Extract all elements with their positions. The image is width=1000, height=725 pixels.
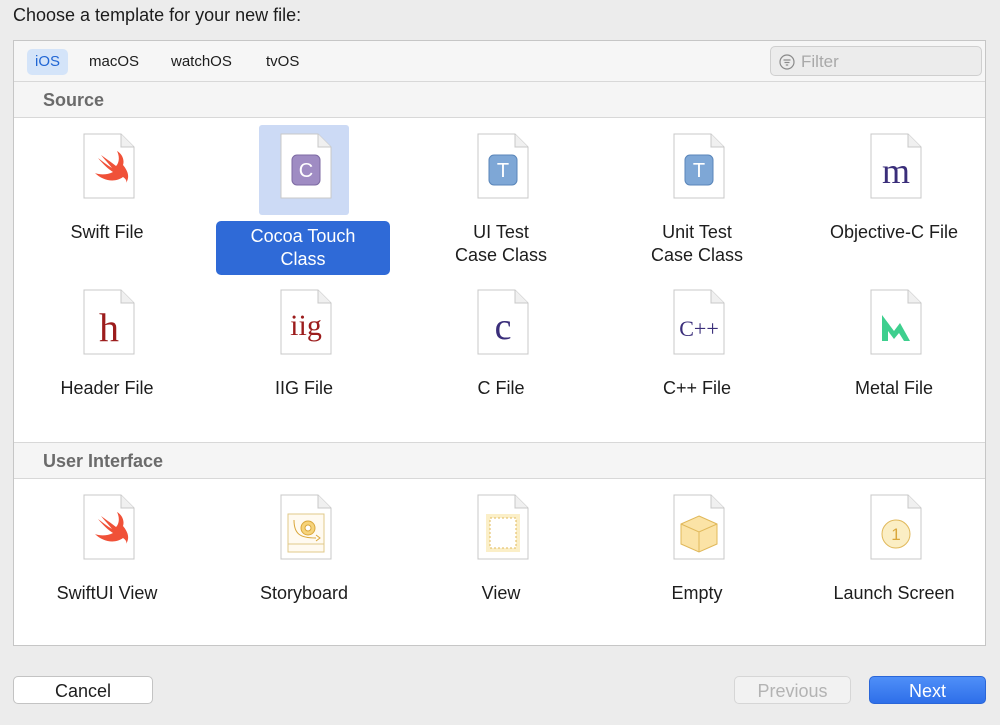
- template-icon-box: [849, 281, 939, 371]
- header-h-icon: h: [83, 289, 135, 355]
- template-icon-box: iig: [259, 281, 349, 371]
- template-label: View: [481, 583, 521, 603]
- template-empty[interactable]: Empty: [607, 486, 787, 636]
- objc-m-icon: m: [870, 133, 922, 199]
- template-label: Launch Screen: [833, 583, 955, 603]
- icon-glyph: c: [495, 306, 512, 348]
- metal-icon: [870, 289, 922, 355]
- template-icon-box: C++: [652, 281, 742, 371]
- template-label: Header File: [60, 378, 154, 398]
- template-icon-box: m: [849, 125, 939, 215]
- template-iig-file[interactable]: iig IIG File: [214, 281, 394, 431]
- c-file-icon: c: [477, 289, 529, 355]
- icon-glyph: C++: [679, 316, 719, 341]
- template-icon-box: C: [259, 125, 349, 215]
- template-label: SwiftUI View: [56, 583, 158, 603]
- test-case-icon: T: [673, 133, 725, 199]
- template-c-file[interactable]: c C File: [411, 281, 591, 431]
- template-icon-box: [62, 486, 152, 576]
- launch-screen-icon: 1: [870, 494, 922, 560]
- empty-cube-icon: [673, 494, 725, 560]
- platform-tab-bar: iOS macOS watchOS tvOS: [14, 41, 985, 82]
- template-label: Storyboard: [259, 583, 349, 603]
- template-icon-box: T: [652, 125, 742, 215]
- icon-glyph: C: [299, 160, 313, 182]
- template-label: Empty: [671, 583, 723, 603]
- view-icon: [477, 494, 529, 560]
- tab-ios[interactable]: iOS: [27, 49, 69, 75]
- template-label: Unit Test Case Class: [650, 222, 744, 265]
- template-icon-box: 1: [849, 486, 939, 576]
- template-label: Objective-C File: [829, 222, 959, 242]
- swift-icon: [83, 133, 135, 199]
- filter-input[interactable]: [799, 50, 978, 74]
- template-objective-c-file[interactable]: m Objective-C File: [804, 125, 984, 275]
- storyboard-icon: [280, 494, 332, 560]
- icon-glyph: T: [693, 160, 705, 182]
- template-header-file[interactable]: h Header File: [17, 281, 197, 431]
- template-label: UI Test Case Class: [454, 222, 548, 265]
- swift-icon: [83, 494, 135, 560]
- template-icon-box: [456, 486, 546, 576]
- icon-glyph: iig: [290, 309, 322, 342]
- template-cocoa-touch-class[interactable]: C Cocoa Touch Class: [214, 125, 394, 275]
- template-metal-file[interactable]: Metal File: [804, 281, 984, 431]
- template-storyboard[interactable]: Storyboard: [214, 486, 394, 636]
- template-icon-box: [259, 486, 349, 576]
- dialog-title: Choose a template for your new file:: [13, 5, 302, 25]
- tab-macos[interactable]: macOS: [81, 49, 147, 75]
- icon-glyph: 1: [891, 525, 900, 544]
- template-panel: iOS macOS watchOS tvOS Source User Inter…: [13, 40, 986, 646]
- template-label: C++ File: [662, 378, 732, 398]
- template-swift-file[interactable]: Swift File: [17, 125, 197, 275]
- template-icon-box: [62, 125, 152, 215]
- template-ui-test-case-class[interactable]: T UI Test Case Class: [411, 125, 591, 275]
- tab-tvos[interactable]: tvOS: [258, 49, 307, 75]
- section-header-source: Source: [14, 82, 985, 118]
- template-label: C File: [477, 378, 525, 398]
- template-launch-screen[interactable]: 1 Launch Screen: [804, 486, 984, 636]
- filter-field[interactable]: [770, 46, 982, 76]
- section-header-user-interface: User Interface: [14, 443, 985, 479]
- filter-icon: [779, 54, 795, 70]
- section-title: Source: [43, 90, 105, 110]
- template-view[interactable]: View: [411, 486, 591, 636]
- cancel-button[interactable]: Cancel: [13, 676, 153, 704]
- template-unit-test-case-class[interactable]: T Unit Test Case Class: [607, 125, 787, 275]
- class-icon: C: [280, 133, 332, 199]
- next-button[interactable]: Next: [869, 676, 986, 704]
- tab-watchos[interactable]: watchOS: [163, 49, 240, 75]
- template-label: Cocoa Touch Class: [216, 221, 390, 275]
- icon-glyph: m: [882, 151, 910, 191]
- test-case-icon: T: [477, 133, 529, 199]
- section-title: User Interface: [43, 451, 164, 471]
- template-icon-box: h: [62, 281, 152, 371]
- cpp-file-icon: C++: [673, 289, 725, 355]
- template-label: Metal File: [854, 378, 934, 398]
- template-label: Swift File: [70, 222, 144, 242]
- icon-glyph: h: [99, 305, 119, 350]
- template-icon-box: T: [456, 125, 546, 215]
- icon-glyph: T: [497, 160, 509, 182]
- template-cpp-file[interactable]: C++ C++ File: [607, 281, 787, 431]
- template-label: IIG File: [274, 378, 333, 398]
- template-icon-box: [652, 486, 742, 576]
- template-icon-box: c: [456, 281, 546, 371]
- previous-button[interactable]: Previous: [734, 676, 851, 704]
- template-swiftui-view[interactable]: SwiftUI View: [17, 486, 197, 636]
- iig-icon: iig: [280, 289, 332, 355]
